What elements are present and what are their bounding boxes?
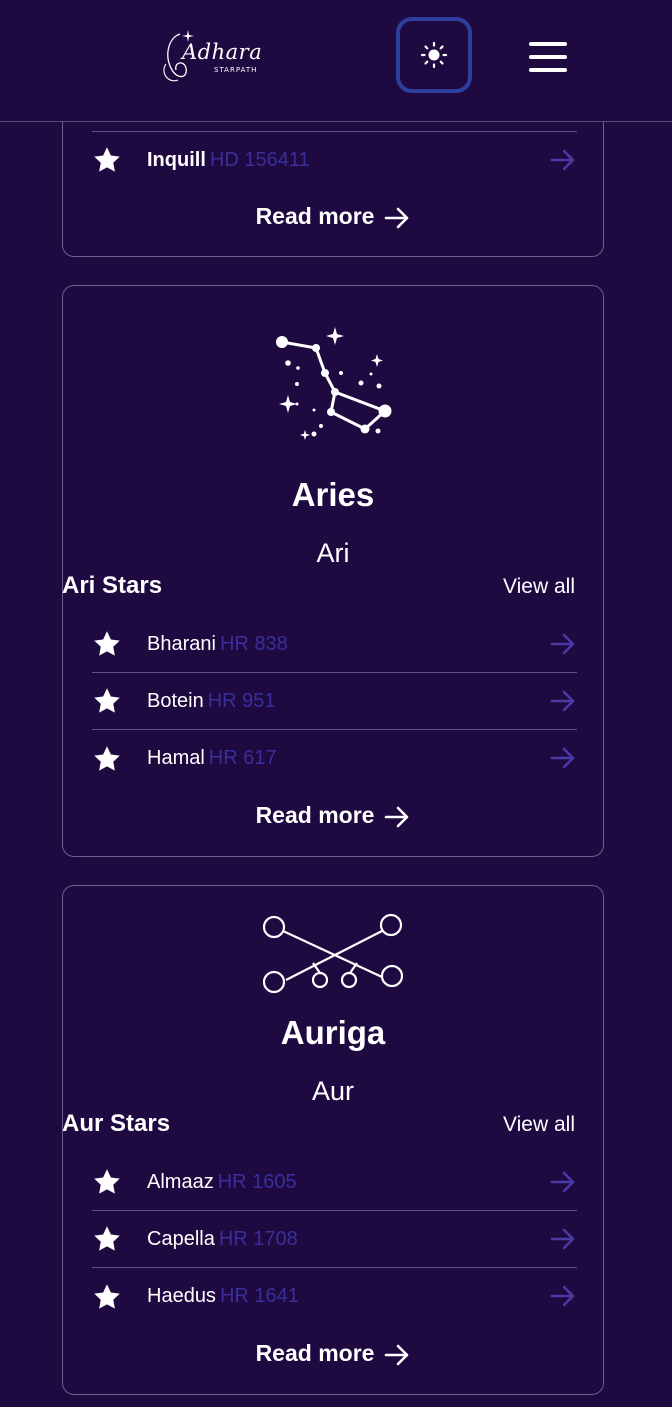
star-icon: [94, 1169, 120, 1194]
star-icon: [94, 1226, 120, 1251]
site-logo[interactable]: Adhara STARPATH: [158, 26, 264, 88]
site-header: Adhara STARPATH: [0, 0, 672, 122]
arrow-right-icon: [385, 806, 409, 828]
star-catalog-code: HR 1641: [219, 1285, 299, 1307]
view-all-link[interactable]: View all: [503, 1113, 575, 1137]
read-more-label: Read more: [255, 802, 375, 828]
arrow-right-icon[interactable]: [549, 744, 577, 772]
sun-icon: [420, 41, 448, 69]
constellation-name: Aries: [291, 476, 375, 513]
constellation-abbreviation: Ari: [316, 538, 350, 568]
read-more-label: Read more: [255, 203, 375, 229]
star-icon: [94, 1283, 120, 1309]
aries-constellation-icon: [276, 327, 392, 440]
star-icon: [94, 631, 120, 656]
theme-toggle-button[interactable]: [396, 17, 472, 93]
menu-bar-line: [529, 55, 567, 59]
arrow-right-icon: [385, 1344, 409, 1366]
star-name: Inquill: [147, 148, 206, 171]
constellation-card-auriga: Auriga Aur Aur Stars View all Almaaz HR …: [62, 885, 604, 1395]
auriga-constellation-icon: [262, 913, 404, 994]
read-more-link[interactable]: Read more: [63, 1340, 603, 1367]
hamburger-menu-button[interactable]: [529, 42, 567, 76]
read-more-link[interactable]: Read more: [63, 802, 603, 829]
star-name: Hamal: [147, 747, 205, 769]
arrow-right-icon[interactable]: [549, 1168, 577, 1196]
star-name: Haedus: [147, 1285, 216, 1307]
star-list-item[interactable]: Inquill HD 156411: [92, 131, 577, 188]
logo-text: Adhara: [182, 40, 263, 64]
star-icon: [94, 147, 120, 172]
star-catalog-code: HR 1708: [218, 1227, 298, 1250]
star-list-item[interactable]: Hamal HR 617: [92, 730, 577, 787]
read-more-link[interactable]: Read more: [63, 203, 603, 230]
star-list-item[interactable]: Haedus HR 1641: [92, 1268, 577, 1325]
star-list-item[interactable]: Botein HR 951: [92, 673, 577, 730]
arrow-right-icon[interactable]: [549, 1282, 577, 1310]
constellation-name: Auriga: [280, 1014, 386, 1051]
star-name: Bharani: [147, 632, 216, 655]
star-catalog-code: HR 1605: [217, 1170, 297, 1193]
arrow-right-icon[interactable]: [549, 1225, 577, 1253]
stars-section-title: Ari Stars: [62, 572, 163, 599]
menu-bar-line: [529, 68, 567, 72]
constellation-card-aries: Aries Ari Ari Stars View all Bharani HR …: [62, 285, 604, 857]
constellation-abbreviation: Aur: [311, 1076, 355, 1106]
star-name: Capella: [147, 1227, 215, 1250]
star-list-item[interactable]: Bharani HR 838: [92, 616, 577, 673]
logo-subtext: STARPATH: [214, 66, 258, 74]
star-name: Almaaz: [147, 1170, 214, 1193]
star-name: Botein: [147, 689, 204, 712]
star-list-item[interactable]: Capella HR 1708: [92, 1211, 577, 1268]
arrow-right-icon[interactable]: [549, 630, 577, 658]
star-catalog-code: HR 617: [208, 747, 277, 769]
read-more-label: Read more: [255, 1340, 375, 1366]
star-icon: [94, 745, 120, 771]
star-catalog-code: HR 838: [219, 632, 288, 655]
view-all-link[interactable]: View all: [503, 575, 575, 599]
star-catalog-code: HD 156411: [209, 148, 310, 171]
star-list-item[interactable]: Almaaz HR 1605: [92, 1154, 577, 1211]
star-catalog-code: HR 951: [207, 689, 276, 712]
star-icon: [94, 688, 120, 713]
arrow-right-icon: [385, 207, 409, 229]
menu-bar-line: [529, 42, 567, 46]
stars-section-title: Aur Stars: [62, 1110, 171, 1137]
arrow-right-icon[interactable]: [549, 146, 577, 174]
arrow-right-icon[interactable]: [549, 687, 577, 715]
